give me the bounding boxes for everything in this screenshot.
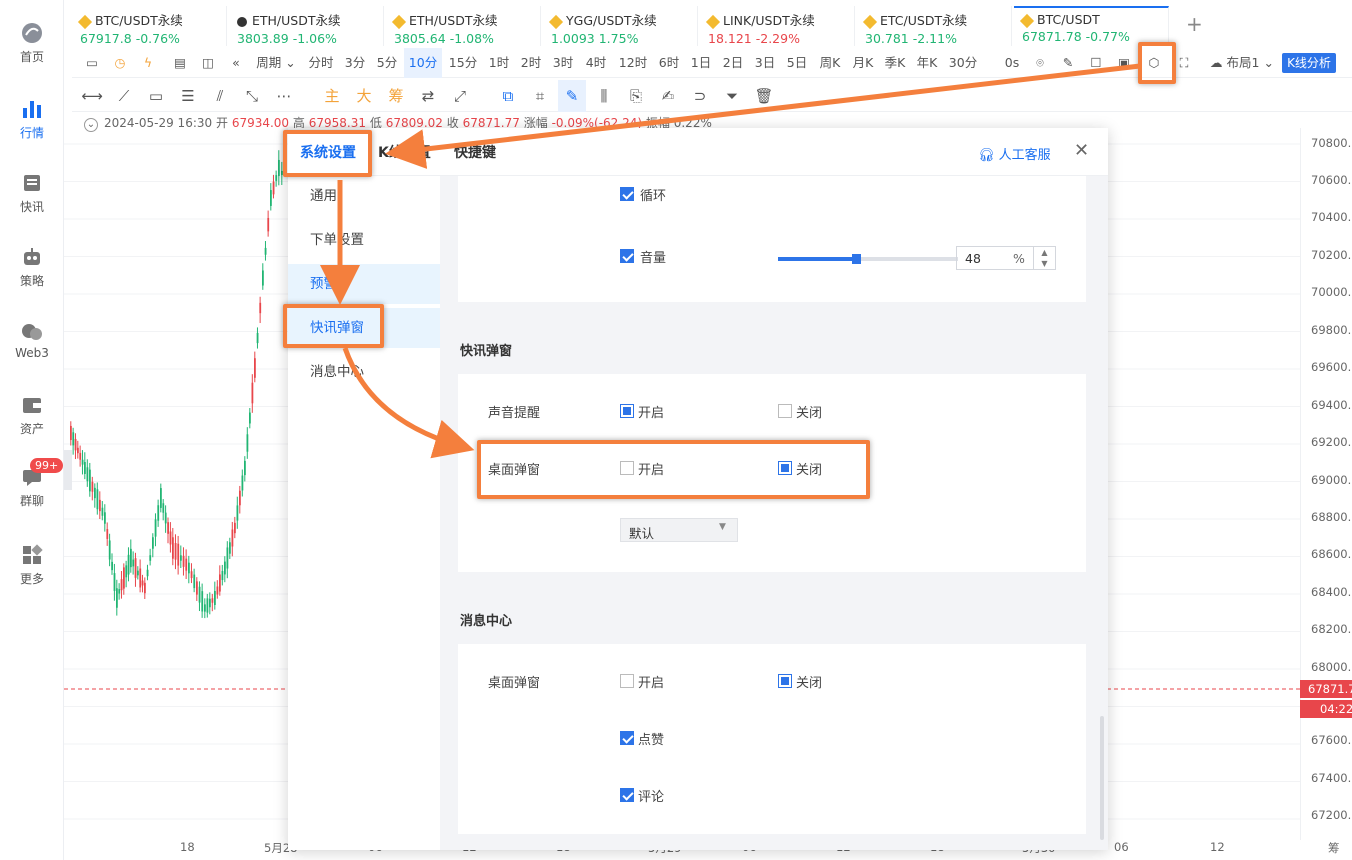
arrow-to-system-settings xyxy=(385,63,1141,169)
arrow-to-desktop-popup xyxy=(342,347,475,459)
annotation-arrows xyxy=(320,63,1141,459)
app-root: 首页 行情 快讯 策略 Web3 资产 99+ 群聊 更多 BTC/USDT永续… xyxy=(0,0,1352,860)
